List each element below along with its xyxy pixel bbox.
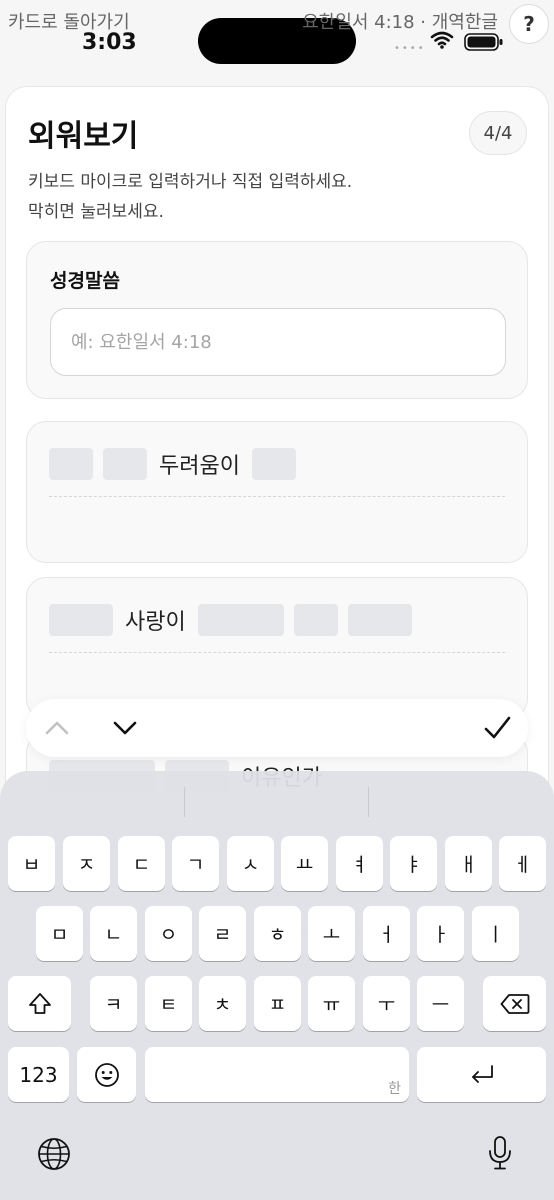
key-ㅐ[interactable]: ㅐ [445, 836, 492, 891]
hidden-word-blank[interactable] [347, 604, 412, 636]
key-ㅂ[interactable]: ㅂ [8, 836, 55, 891]
key-ㅋ[interactable]: ㅋ [90, 976, 137, 1031]
space-key-hint: 한 [388, 1081, 401, 1097]
key-ㅗ[interactable]: ㅗ [308, 906, 355, 961]
reference-label: 성경말씀 [50, 270, 120, 292]
wifi-icon [430, 31, 454, 49]
key-ㅅ[interactable]: ㅅ [227, 836, 274, 891]
hidden-word-blank[interactable] [49, 448, 93, 480]
dashed-divider [49, 496, 505, 497]
hidden-word-blank[interactable] [197, 604, 284, 636]
verse-line: 두려움이 [49, 448, 296, 480]
instruction-text: 키보드 마이크로 입력하거나 직접 입력하세요. [28, 172, 353, 192]
key-ㅈ[interactable]: ㅈ [63, 836, 110, 891]
space-key[interactable]: 한 [145, 1047, 409, 1102]
key-ㅇ[interactable]: ㅇ [145, 906, 192, 961]
key-ㅕ[interactable]: ㅕ [336, 836, 383, 891]
key-ㅡ[interactable]: ㅡ [417, 976, 464, 1031]
key-ㅌ[interactable]: ㅌ [145, 976, 192, 1031]
hidden-word-blank[interactable] [251, 448, 296, 480]
delete-key[interactable] [483, 976, 546, 1031]
header-verse-reference: 요한일서 4:18 · 개역한글 [302, 12, 498, 33]
numbers-key[interactable]: 123 [8, 1047, 69, 1102]
return-icon [471, 1064, 493, 1083]
key-ㅓ[interactable]: ㅓ [363, 906, 410, 961]
chevron-down-icon[interactable] [110, 713, 140, 743]
backspace-icon [500, 993, 529, 1014]
microphone-icon[interactable] [487, 1135, 513, 1171]
suggestion-divider [368, 787, 369, 817]
key-ㄹ[interactable]: ㄹ [199, 906, 246, 961]
chevron-up-icon[interactable] [42, 713, 72, 743]
instruction-text: 막히면 눌러보세요. [28, 202, 164, 222]
revealed-word: 두려움이 [159, 454, 240, 479]
key-ㄱ[interactable]: ㄱ [172, 836, 219, 891]
key-ㅍ[interactable]: ㅍ [254, 976, 301, 1031]
key-ㅑ[interactable]: ㅑ [390, 836, 437, 891]
keyboard-accessory-bar [26, 699, 528, 757]
key-ㄴ[interactable]: ㄴ [90, 906, 137, 961]
key-ㅣ[interactable]: ㅣ [472, 906, 519, 961]
key-ㅔ[interactable]: ㅔ [499, 836, 546, 891]
suggestion-divider [184, 787, 185, 817]
reference-input[interactable] [50, 308, 506, 376]
key-ㅛ[interactable]: ㅛ [281, 836, 328, 891]
battery-icon [464, 33, 503, 51]
key-ㅎ[interactable]: ㅎ [254, 906, 301, 961]
key-ㅜ[interactable]: ㅜ [363, 976, 410, 1031]
shift-icon [28, 992, 51, 1014]
help-button[interactable]: ? [509, 4, 549, 44]
key-ㄷ[interactable]: ㄷ [118, 836, 165, 891]
reference-section: 성경말씀 [26, 241, 528, 399]
checkmark-icon[interactable] [482, 713, 512, 743]
progress-badge: 4/4 [469, 111, 527, 155]
key-ㅠ[interactable]: ㅠ [308, 976, 355, 1031]
hidden-word-blank[interactable] [293, 604, 338, 636]
key-ㅊ[interactable]: ㅊ [199, 976, 246, 1031]
return-key[interactable] [417, 1047, 546, 1102]
shift-key[interactable] [8, 976, 71, 1031]
verse-line-card: 사랑이 [26, 577, 528, 719]
dashed-divider [49, 652, 505, 653]
verse-line: 사랑이 [49, 604, 412, 636]
status-time: 3:03 [82, 30, 137, 55]
korean-keyboard: ㅂ ㅈ ㄷ ㄱ ㅅ ㅛ ㅕ ㅑ ㅐ ㅔ ㅁ ㄴ ㅇ ㄹ ㅎ ㅗ ㅓ ㅏ ㅣ ㅋ … [0, 771, 554, 1200]
key-ㅏ[interactable]: ㅏ [417, 906, 464, 961]
globe-icon[interactable] [37, 1137, 71, 1171]
verse-line-card: 두려움이 [26, 421, 528, 563]
key-ㅁ[interactable]: ㅁ [36, 906, 83, 961]
emoji-icon [94, 1062, 119, 1087]
page-title: 외워보기 [28, 119, 139, 154]
hidden-word-blank[interactable] [49, 604, 113, 636]
emoji-key[interactable] [77, 1047, 136, 1102]
revealed-word: 사랑이 [125, 610, 186, 635]
status-bar: 카드로 돌아가기 3:03 요한일서 4:18 · 개역한글 •••• ? [0, 0, 554, 80]
cellular-signal-icon: •••• [394, 43, 426, 54]
hidden-word-blank[interactable] [103, 448, 147, 480]
